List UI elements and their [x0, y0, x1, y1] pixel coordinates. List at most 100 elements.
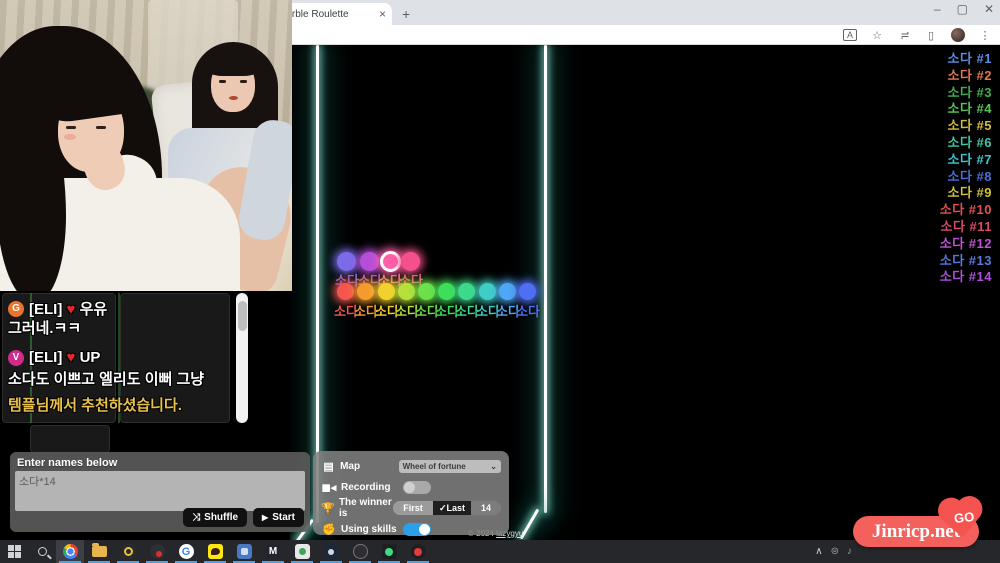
heart-icon: ♥ — [67, 301, 76, 318]
winner-first-button[interactable]: First — [393, 501, 433, 515]
translate-icon[interactable]: A — [843, 29, 857, 41]
person-right-eye — [219, 80, 226, 83]
person-left-blush — [64, 134, 76, 140]
marble — [418, 283, 435, 300]
tray-icon[interactable]: ⊜ — [831, 546, 839, 557]
player-name-list: 소다 #1 소다 #2 소다 #3 소다 #4 소다 #5 소다 #6 소다 #… — [940, 51, 992, 286]
taskbar-app-dark-red[interactable] — [143, 540, 171, 563]
taskbar-app-m[interactable]: M — [259, 540, 287, 563]
marble — [337, 283, 354, 300]
taskbar-app-yellow-ring[interactable] — [114, 540, 142, 563]
player-name: 소다 #6 — [940, 135, 992, 152]
marble — [401, 252, 420, 271]
bookmark-star-icon[interactable]: ☆ — [870, 29, 884, 42]
taskbar-app-steam[interactable] — [317, 540, 345, 563]
taskbar-search-button[interactable] — [28, 540, 56, 563]
taskbar-kakaotalk[interactable] — [201, 540, 229, 563]
marble — [479, 283, 496, 300]
map-label: Map — [340, 461, 399, 472]
system-tray: ∧ ⊜ ♪ — [815, 540, 852, 563]
tab-close-icon[interactable]: × — [379, 7, 386, 21]
person-right-lips — [229, 96, 238, 100]
marble — [378, 283, 395, 300]
background-machine-panel — [30, 425, 110, 453]
chat-message-body: 그러네.ㅋㅋ — [8, 317, 81, 338]
player-name: 소다 #2 — [940, 68, 992, 85]
skills-row: ✊ Using skills — [321, 520, 501, 538]
trophy-icon: 🏆 — [321, 502, 335, 515]
game-settings-panel: ▤ Map Wheel of fortune ⌄ ◼◂ Recording 🏆 … — [313, 451, 509, 535]
track-right-wall — [544, 45, 547, 513]
chat-target: 우유 — [80, 301, 108, 318]
chat-scrollbar[interactable] — [236, 293, 248, 423]
taskbar-app-red[interactable] — [404, 540, 432, 563]
marble — [398, 283, 415, 300]
browser-menu-icon[interactable]: ⋮ — [978, 29, 992, 42]
player-name: 소다 #7 — [940, 152, 992, 169]
marble — [499, 283, 516, 300]
chevron-down-icon: ⌄ — [490, 462, 497, 471]
yellow-ring-app-icon — [121, 544, 136, 559]
taskbar-google[interactable]: G — [172, 540, 200, 563]
taskbar-app-dark-circle[interactable] — [346, 540, 374, 563]
taskbar-file-explorer[interactable] — [85, 540, 113, 563]
marble — [360, 252, 379, 271]
person-left-eye — [96, 126, 106, 129]
marble — [337, 252, 356, 271]
window-minimize-icon[interactable]: – — [934, 2, 941, 16]
enter-names-panel: Enter names below 소다*14 ⤨ Shuffle ▶ Star… — [10, 452, 310, 532]
chat-message: G [ELI] ♥ 우유 — [8, 298, 107, 319]
chat-username: [ELI] — [29, 349, 62, 366]
taskbar-chrome[interactable] — [56, 540, 84, 563]
enter-names-title: Enter names below — [17, 457, 305, 469]
dark-circle-app-icon — [353, 544, 368, 559]
player-name: 소다 #12 — [940, 236, 992, 253]
chat-scrollbar-thumb[interactable] — [238, 301, 247, 331]
winner-count-button[interactable]: 14 — [471, 501, 501, 515]
recording-toggle[interactable] — [403, 481, 431, 494]
tray-mic-icon[interactable]: ♪ — [847, 546, 852, 557]
watermark-go-badge: GO — [953, 509, 975, 526]
marble — [458, 283, 475, 300]
new-tab-button[interactable]: + — [402, 6, 410, 22]
person-left-eye — [66, 126, 76, 129]
player-name: 소다 #9 — [940, 185, 992, 202]
taskbar-app-blue[interactable] — [230, 540, 258, 563]
map-select[interactable]: Wheel of fortune ⌄ — [399, 460, 501, 473]
chat-badge-icon: G — [8, 301, 24, 317]
red-record-app-icon — [411, 544, 426, 559]
names-input[interactable]: 소다*14 — [15, 471, 305, 511]
tray-chevron-icon[interactable]: ∧ — [815, 546, 822, 557]
marble-label: 소다 — [516, 301, 540, 320]
taskbar-app-photos[interactable] — [288, 540, 316, 563]
start-button[interactable]: ▶ Start — [253, 508, 304, 527]
extension-icon[interactable]: ≓ — [897, 29, 911, 42]
recording-label: Recording — [341, 482, 403, 493]
profile-avatar[interactable] — [951, 28, 965, 42]
winner-label: The winner is — [339, 497, 393, 519]
fist-icon: ✊ — [321, 523, 337, 536]
taskbar-app-green[interactable] — [375, 540, 403, 563]
player-name: 소다 #14 — [940, 269, 992, 286]
marble — [438, 283, 455, 300]
stream-watermark: GO Jinricp.net — [853, 516, 979, 547]
player-name: 소다 #3 — [940, 85, 992, 102]
skills-label: Using skills — [341, 524, 403, 535]
start-button[interactable] — [0, 540, 28, 563]
webcam-video — [0, 0, 292, 291]
chat-badge-icon: V — [8, 350, 24, 366]
window-close-icon[interactable]: ✕ — [984, 2, 994, 16]
chat-target: UP — [80, 349, 101, 366]
marble — [519, 283, 536, 300]
person-right-bangs — [206, 50, 260, 76]
steam-icon — [324, 544, 339, 559]
marble — [357, 283, 374, 300]
sidebar-icon[interactable]: ▯ — [924, 29, 938, 42]
window-maximize-icon[interactable]: ▢ — [957, 2, 968, 16]
winner-last-button[interactable]: ✓Last — [433, 501, 471, 515]
chat-username: [ELI] — [29, 301, 62, 318]
skills-toggle[interactable] — [403, 523, 431, 536]
shuffle-button[interactable]: ⤨ Shuffle — [183, 508, 247, 527]
search-icon — [38, 547, 47, 556]
player-name: 소다 #1 — [940, 51, 992, 68]
